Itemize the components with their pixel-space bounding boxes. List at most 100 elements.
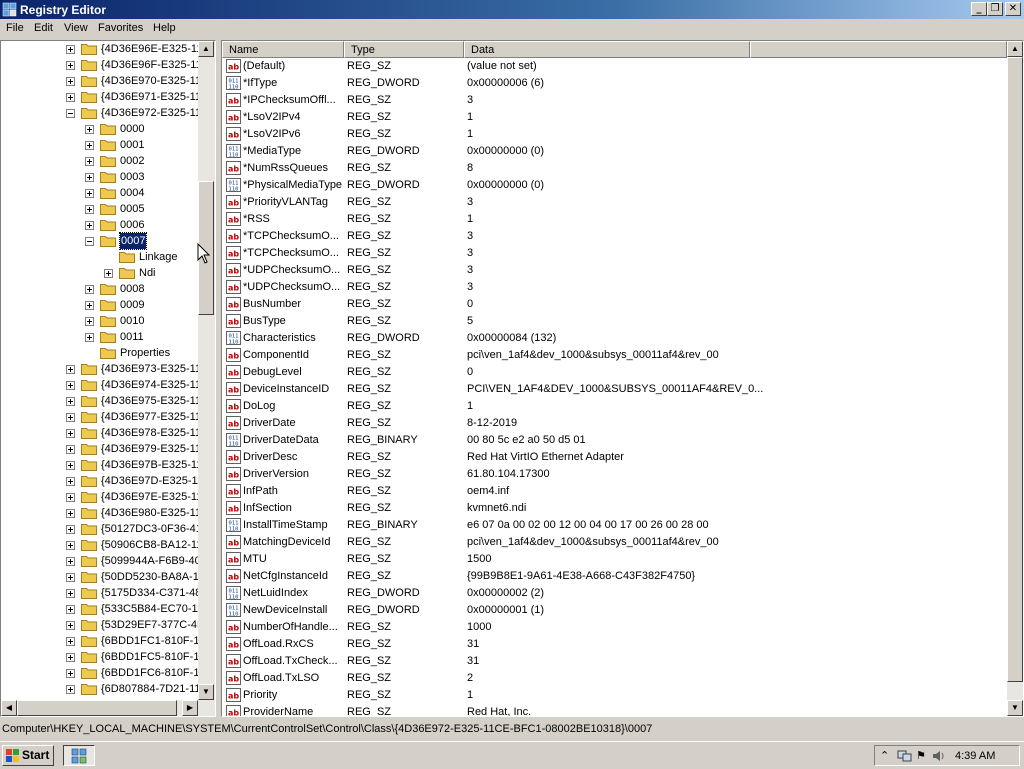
value-row[interactable]: ab OffLoad.RxCS REG_SZ 31 bbox=[222, 636, 1007, 653]
tree-node[interactable]: 0009 bbox=[1, 297, 197, 313]
expand-icon[interactable] bbox=[66, 61, 75, 70]
value-row[interactable]: ab ProviderName REG_SZ Red Hat, Inc. bbox=[222, 704, 1007, 716]
tree-horizontal-scrollbar[interactable]: ◀ ▶ bbox=[1, 700, 215, 716]
expand-icon[interactable] bbox=[85, 125, 94, 134]
values-list-pane[interactable]: Name Type Data ab (Default) REG_SZ (value n… bbox=[221, 40, 1024, 717]
value-row[interactable]: ab DeviceInstanceID REG_SZ PCI\VEN_1AF4&DEV… bbox=[222, 381, 1007, 398]
scroll-left-button[interactable]: ◀ bbox=[1, 700, 17, 716]
tree-node[interactable]: {4D36E970-E325-11 bbox=[1, 73, 201, 89]
clock[interactable]: 4:39 AM bbox=[955, 750, 995, 762]
expand-icon[interactable] bbox=[66, 685, 75, 694]
expand-icon[interactable] bbox=[85, 141, 94, 150]
values-scroll-thumb[interactable] bbox=[1007, 57, 1023, 682]
expand-icon[interactable] bbox=[66, 429, 75, 438]
tree-node[interactable]: {5175D334-C371-48 bbox=[1, 585, 201, 601]
values-scroll-up-button[interactable]: ▲ bbox=[1007, 41, 1023, 57]
expand-icon[interactable] bbox=[85, 333, 94, 342]
action-center-icon[interactable]: ⚑ bbox=[916, 749, 926, 762]
value-row[interactable]: 011 110 NetLuidIndex REG_DWORD 0x00000002 (2… bbox=[222, 585, 1007, 602]
expand-icon[interactable] bbox=[66, 493, 75, 502]
expand-icon[interactable] bbox=[85, 285, 94, 294]
expand-icon[interactable] bbox=[66, 77, 75, 86]
value-row[interactable]: ab MTU REG_SZ 1500 bbox=[222, 551, 1007, 568]
value-row[interactable]: ab *RSS REG_SZ 1 bbox=[222, 211, 1007, 228]
expand-icon[interactable] bbox=[66, 557, 75, 566]
expand-icon[interactable] bbox=[85, 301, 94, 310]
tree-node[interactable]: {4D36E980-E325-11 bbox=[1, 505, 201, 521]
tree-node[interactable]: {4D36E96E-E325-11 bbox=[1, 41, 202, 57]
tree-node[interactable]: {4D36E97B-E325-11 bbox=[1, 457, 202, 473]
expand-icon[interactable] bbox=[85, 173, 94, 182]
column-header-data[interactable]: Data bbox=[464, 41, 750, 58]
value-row[interactable]: ab *NumRssQueues REG_SZ 8 bbox=[222, 160, 1007, 177]
collapse-icon[interactable] bbox=[85, 237, 94, 246]
key-tree-pane[interactable]: {4D36E96E-E325-11 {4D36E96F-E325-11 {4D36E… bbox=[0, 40, 216, 717]
tree-node[interactable]: {4D36E97E-E325-11 bbox=[1, 489, 202, 505]
expand-icon[interactable] bbox=[85, 205, 94, 214]
value-row[interactable]: ab OffLoad.TxCheck... REG_SZ 31 bbox=[222, 653, 1007, 670]
tree-node[interactable]: 0007 bbox=[1, 232, 197, 250]
tree-node[interactable]: 0006 bbox=[1, 217, 197, 233]
scroll-right-button[interactable]: ▶ bbox=[182, 700, 198, 716]
tree-node[interactable]: 0004 bbox=[1, 185, 197, 201]
value-row[interactable]: 011 110 InstallTimeStamp REG_BINARY e6 07 0a… bbox=[222, 517, 1007, 534]
value-row[interactable]: ab BusNumber REG_SZ 0 bbox=[222, 296, 1007, 313]
tree-node[interactable]: {4D36E975-E325-11 bbox=[1, 393, 201, 409]
tree-node[interactable]: {6D807884-7D21-11 bbox=[1, 681, 200, 697]
tree-node[interactable]: {4D36E973-E325-11 bbox=[1, 361, 201, 377]
tree-node[interactable]: {50127DC3-0F36-41 bbox=[1, 521, 202, 537]
value-row[interactable]: ab *LsoV2IPv6 REG_SZ 1 bbox=[222, 126, 1007, 143]
tree-node[interactable]: {4D36E972-E325-11 bbox=[1, 105, 201, 121]
expand-icon[interactable] bbox=[66, 445, 75, 454]
expand-icon[interactable] bbox=[85, 221, 94, 230]
value-row[interactable]: 011 110 *MediaType REG_DWORD 0x00000000 (0) bbox=[222, 143, 1007, 160]
menu-edit[interactable]: Edit bbox=[34, 22, 53, 34]
value-row[interactable]: ab InfSection REG_SZ kvmnet6.ndi bbox=[222, 500, 1007, 517]
tree-node[interactable]: {4D36E97D-E325-11 bbox=[1, 473, 203, 489]
value-row[interactable]: ab NetCfgInstanceId REG_SZ {99B9B8E1-9A61-4… bbox=[222, 568, 1007, 585]
menu-view[interactable]: View bbox=[64, 22, 88, 34]
expand-icon[interactable] bbox=[85, 189, 94, 198]
expand-icon[interactable] bbox=[66, 637, 75, 646]
expand-icon[interactable] bbox=[66, 525, 75, 534]
expand-icon[interactable] bbox=[66, 461, 75, 470]
maximize-button[interactable]: ❐ bbox=[987, 2, 1003, 16]
expand-icon[interactable] bbox=[85, 157, 94, 166]
tree-node[interactable]: 0008 bbox=[1, 281, 197, 297]
value-row[interactable]: ab Priority REG_SZ 1 bbox=[222, 687, 1007, 704]
expand-icon[interactable] bbox=[85, 317, 94, 326]
tree-node[interactable]: 0000 bbox=[1, 121, 197, 137]
tree-node[interactable]: {4D36E971-E325-11 bbox=[1, 89, 201, 105]
tree-node[interactable]: {4D36E96F-E325-11 bbox=[1, 57, 202, 73]
expand-icon[interactable] bbox=[66, 541, 75, 550]
value-row[interactable]: ab *IPChecksumOffl... REG_SZ 3 bbox=[222, 92, 1007, 109]
expand-icon[interactable] bbox=[66, 413, 75, 422]
values-vertical-scrollbar[interactable]: ▲ ▼ bbox=[1007, 41, 1023, 716]
tree-node[interactable]: {50906CB8-BA12-11 bbox=[1, 537, 202, 553]
tree-vertical-scrollbar[interactable]: ▲ ▼ bbox=[198, 41, 215, 700]
value-row[interactable]: ab DoLog REG_SZ 1 bbox=[222, 398, 1007, 415]
value-row[interactable]: ab OffLoad.TxLSO REG_SZ 2 bbox=[222, 670, 1007, 687]
value-row[interactable]: ab *TCPChecksumO... REG_SZ 3 bbox=[222, 245, 1007, 262]
tree-hscroll-thumb[interactable] bbox=[17, 700, 177, 716]
start-button[interactable]: Start bbox=[2, 745, 54, 766]
value-row[interactable]: ab *UDPChecksumO... REG_SZ 3 bbox=[222, 279, 1007, 296]
value-row[interactable]: ab *UDPChecksumO... REG_SZ 3 bbox=[222, 262, 1007, 279]
tree-node[interactable]: {50DD5230-BA8A-1 bbox=[1, 569, 199, 585]
menu-file[interactable]: File bbox=[6, 22, 24, 34]
tree-node[interactable]: {533C5B84-EC70-11 bbox=[1, 601, 203, 617]
value-row[interactable]: ab DriverVersion REG_SZ 61.80.104.17300 bbox=[222, 466, 1007, 483]
expand-icon[interactable] bbox=[66, 589, 75, 598]
value-row[interactable]: ab MatchingDeviceId REG_SZ pci\ven_1af4&dev… bbox=[222, 534, 1007, 551]
expand-icon[interactable] bbox=[104, 269, 113, 278]
tree-node[interactable]: Properties bbox=[1, 345, 197, 361]
close-button[interactable]: ✕ bbox=[1005, 2, 1021, 16]
expand-icon[interactable] bbox=[66, 45, 75, 54]
column-header-type[interactable]: Type bbox=[344, 41, 464, 58]
expand-icon[interactable] bbox=[66, 93, 75, 102]
tree-node[interactable]: {53D29EF7-377C-4D bbox=[1, 617, 205, 633]
value-row[interactable]: ab DebugLevel REG_SZ 0 bbox=[222, 364, 1007, 381]
title-bar[interactable]: Registry Editor _ ❐ ✕ bbox=[0, 0, 1024, 19]
expand-icon[interactable] bbox=[66, 381, 75, 390]
expand-icon[interactable] bbox=[66, 621, 75, 630]
